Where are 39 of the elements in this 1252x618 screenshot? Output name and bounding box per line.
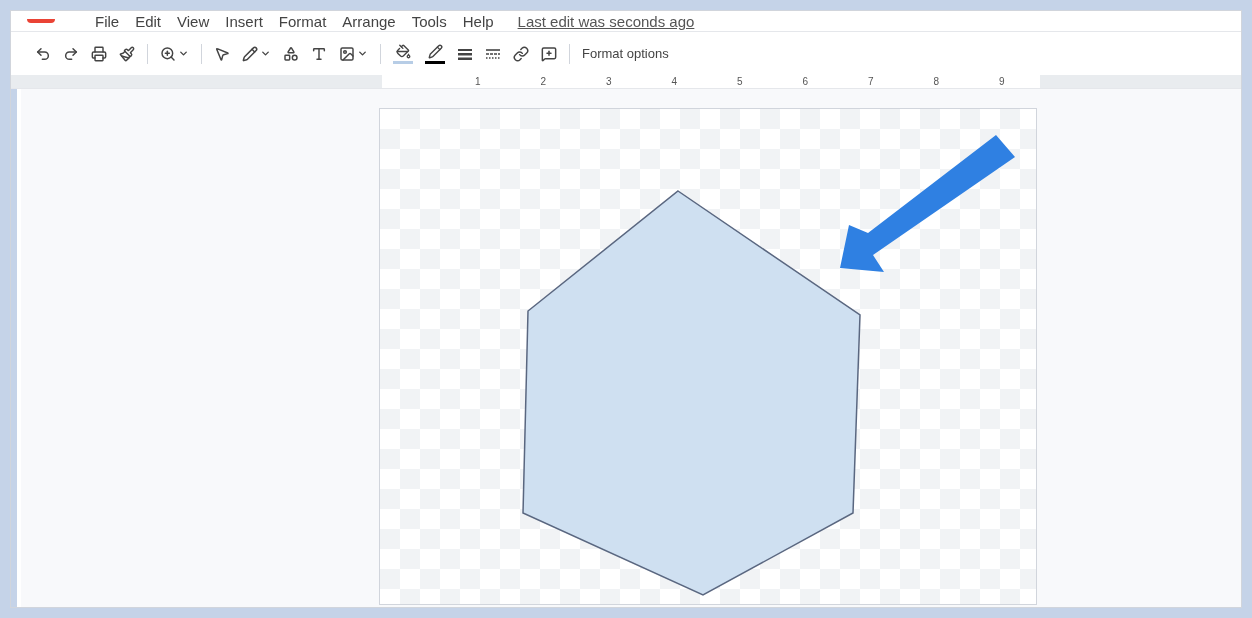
caret-icon [357,48,368,59]
menu-item[interactable]: Format [278,13,327,29]
ruler-number: 5 [735,76,743,87]
menu-item[interactable]: Tools [411,13,447,29]
ruler-number: 1 [473,76,481,87]
shapes-icon [283,45,299,62]
menu-item[interactable]: View [177,13,210,29]
image-icon [339,45,355,62]
print-icon [91,45,107,62]
pencil-icon [427,43,443,59]
menu-item[interactable]: Arrange [342,13,396,29]
link-icon [513,45,529,62]
redo-icon [63,45,79,62]
ruler-number: 3 [604,76,612,87]
menu-item[interactable]: Help [462,13,494,29]
ruler-number: 7 [866,76,874,87]
comment-icon [541,45,557,62]
caret-icon [260,48,271,59]
dashed-lines-icon [485,47,501,60]
ruler-number: 4 [670,76,677,87]
ruler-number: 9 [997,76,1005,87]
last-edit-link[interactable]: Last edit was seconds ago [517,13,695,29]
text-icon [311,45,327,62]
ruler-number: 8 [932,76,939,87]
paintbrush-icon [119,45,135,62]
caret-icon [178,48,189,59]
line-weight-icon [457,47,473,60]
menu-item[interactable]: File [95,13,120,29]
undo-icon [35,45,51,62]
menu-item[interactable]: Insert [225,13,263,29]
pencil-icon [242,45,258,62]
menu-item[interactable]: Edit [135,13,162,29]
ruler-number: 6 [801,76,808,87]
format-options-button[interactable]: Format options [578,43,673,64]
paint-bucket-icon [395,43,411,59]
ruler-number: 2 [539,76,546,87]
pointer-icon [214,45,230,62]
search-icon [160,45,176,62]
app-logo-icon [27,19,55,23]
